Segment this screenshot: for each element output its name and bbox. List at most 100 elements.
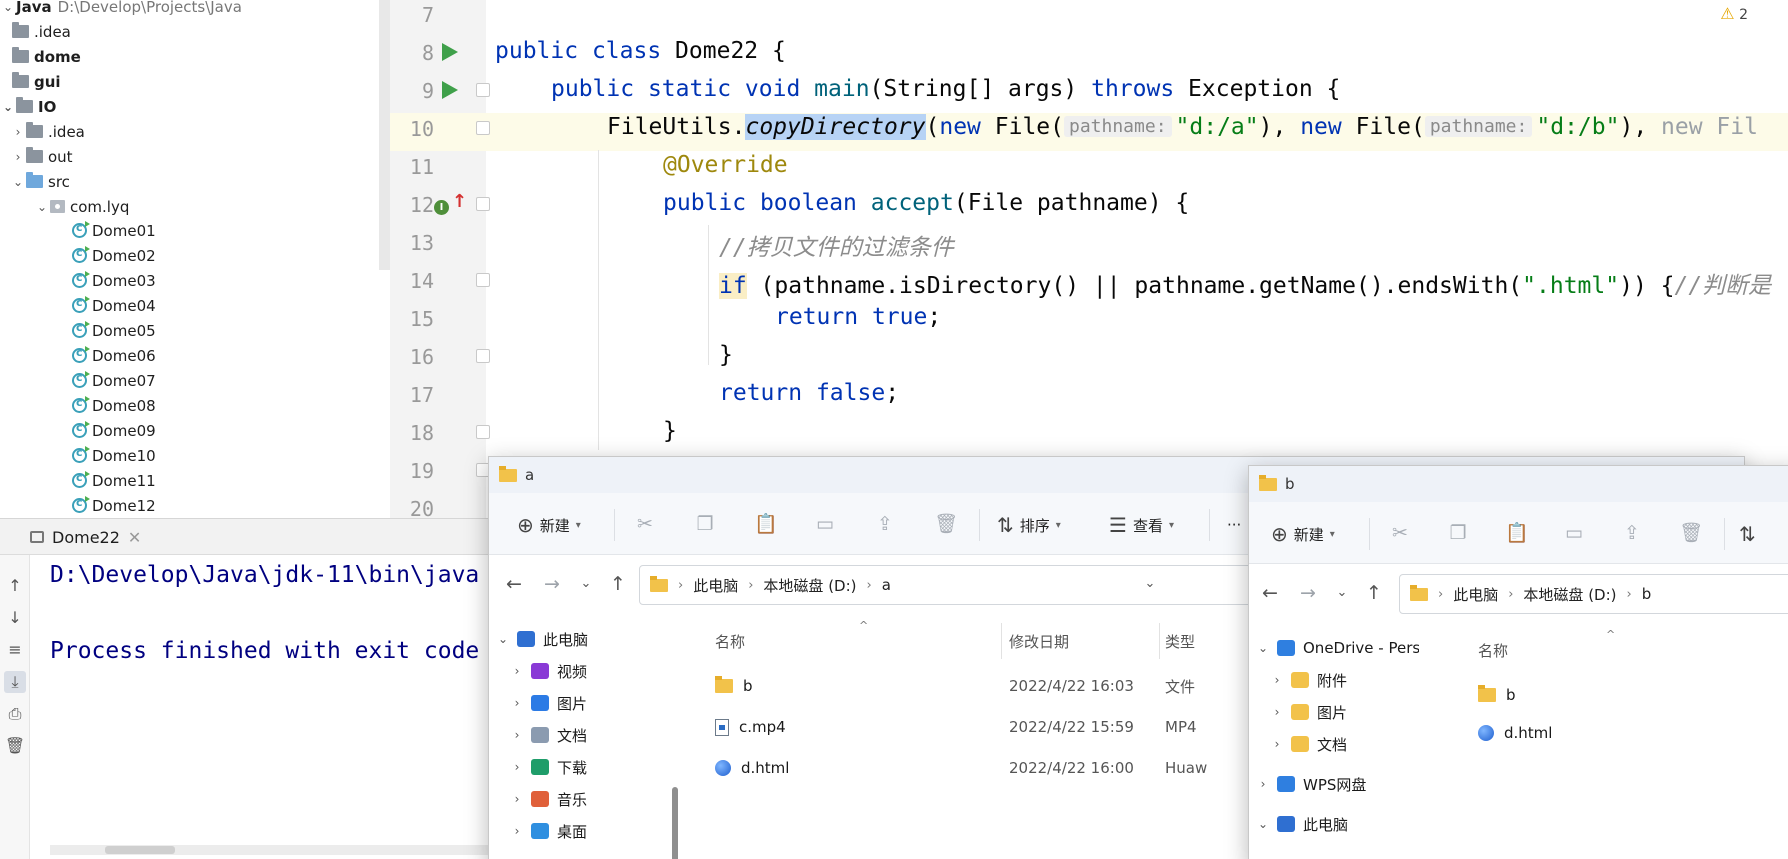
scroll-down-icon[interactable]: ↓ — [4, 607, 26, 629]
tree-root[interactable]: ⌄ Java D:\Develop\Projects\Java — [0, 0, 242, 19]
tree-item-class[interactable]: Dome07 — [72, 368, 156, 393]
tree-item-io-idea[interactable]: › .idea — [10, 119, 85, 144]
chevron-right-icon[interactable]: › — [1271, 673, 1283, 687]
breadcrumb-item[interactable]: a — [882, 576, 891, 594]
breadcrumb-item[interactable]: 本地磁盘 (D:) — [1523, 584, 1616, 605]
warning-indicator[interactable]: ⚠ 2 — [1720, 4, 1748, 23]
chevron-right-icon[interactable]: › — [511, 696, 523, 710]
fold-marker-icon[interactable] — [476, 425, 490, 439]
tree-item-package[interactable]: ⌄ com.lyq — [34, 194, 129, 219]
tree-item-idea[interactable]: .idea — [12, 19, 71, 44]
tree-item-io[interactable]: ⌄ IO — [0, 94, 56, 119]
tree-item-class[interactable]: Dome04 — [72, 293, 156, 318]
file-row[interactable]: d.html — [1478, 718, 1552, 748]
chevron-right-icon[interactable]: › — [511, 728, 523, 742]
sort-button[interactable]: ⇅ 排序 ▾ — [997, 511, 1061, 539]
tree-item-class[interactable]: Dome01 — [72, 218, 156, 243]
forward-arrow-icon[interactable]: → — [1297, 582, 1319, 604]
chevron-down-icon[interactable]: ⌄ — [1257, 817, 1269, 831]
tree-item-class[interactable]: Dome09 — [72, 418, 156, 443]
share-icon[interactable]: ⇪ — [874, 513, 896, 535]
implements-icon[interactable]: I — [434, 200, 449, 215]
delete-icon[interactable]: 🗑 — [1679, 522, 1703, 544]
fold-marker-icon[interactable] — [476, 121, 490, 135]
chevron-right-icon[interactable]: › — [511, 792, 523, 806]
nav-item[interactable]: › 图片 — [511, 689, 587, 717]
copy-icon[interactable]: ❐ — [1447, 522, 1469, 544]
tree-item-class[interactable]: Dome06 — [72, 343, 156, 368]
rename-icon[interactable]: ▭ — [814, 513, 836, 535]
fold-marker-icon[interactable] — [476, 349, 490, 363]
tree-item-src[interactable]: ⌄ src — [10, 169, 70, 194]
delete-icon[interactable]: 🗑 — [934, 513, 958, 535]
tree-item-class[interactable]: Dome08 — [72, 393, 156, 418]
forward-arrow-icon[interactable]: → — [541, 573, 563, 595]
tree-item-class[interactable]: Dome05 — [72, 318, 156, 343]
nav-item[interactable]: ⌄ 此电脑 — [1257, 810, 1348, 838]
run-tab[interactable]: Dome22 ✕ — [22, 523, 149, 551]
nav-item[interactable]: › 视频 — [511, 657, 587, 685]
nav-item[interactable]: ⌄ OneDrive - Perso — [1257, 634, 1419, 662]
breadcrumb-item[interactable]: 此电脑 — [693, 575, 738, 596]
chevron-down-icon[interactable]: ⌄ — [34, 200, 50, 214]
print-icon[interactable]: ⎙ — [4, 703, 26, 725]
fold-marker-icon[interactable] — [476, 83, 490, 97]
chevron-right-icon[interactable]: › — [511, 760, 523, 774]
console-horizontal-scrollbar[interactable] — [50, 845, 500, 855]
run-class-icon[interactable] — [442, 43, 458, 61]
chevron-right-icon[interactable]: › — [1271, 737, 1283, 751]
chevron-right-icon[interactable]: › — [1257, 777, 1269, 791]
tree-item-class[interactable]: Dome02 — [72, 243, 156, 268]
paste-icon[interactable]: 📋 — [1505, 522, 1529, 544]
sort-button[interactable]: ⇅ — [1739, 520, 1756, 548]
chevron-right-icon[interactable]: › — [10, 125, 26, 139]
up-arrow-icon[interactable]: ↑ — [1363, 582, 1385, 604]
trash-icon[interactable]: 🗑 — [4, 735, 26, 757]
nav-item[interactable]: › 文档 — [1271, 730, 1347, 758]
nav-item[interactable]: › 图片 — [1271, 698, 1347, 726]
nav-item[interactable]: ⌄ 此电脑 — [497, 625, 588, 653]
back-arrow-icon[interactable]: ← — [1259, 582, 1281, 604]
address-bar[interactable]: › 此电脑 › 本地磁盘 (D:) › b — [1399, 574, 1788, 614]
nav-item[interactable]: › WPS网盘 — [1257, 770, 1367, 798]
chevron-right-icon[interactable]: › — [10, 150, 26, 164]
fold-marker-icon[interactable] — [476, 273, 490, 287]
chevron-down-icon[interactable]: ⌄ — [10, 175, 26, 189]
close-icon[interactable]: ✕ — [128, 528, 141, 547]
rename-icon[interactable]: ▭ — [1563, 522, 1585, 544]
nav-item[interactable]: › 下载 — [511, 753, 587, 781]
code-editor[interactable]: 7 8 9 10 11 12 13 14 15 16 17 18 19 20 I ↑ ⚠ 2 public… — [390, 0, 1788, 518]
column-divider[interactable] — [1159, 623, 1160, 659]
new-button[interactable]: ⊕ 新建 ▾ — [1271, 520, 1335, 548]
chevron-down-icon[interactable]: ⌄ — [0, 0, 16, 14]
tree-item-dome[interactable]: dome — [12, 44, 81, 69]
breadcrumb-item[interactable]: b — [1642, 585, 1652, 603]
fold-marker-icon[interactable] — [476, 197, 490, 211]
column-divider[interactable] — [1001, 623, 1002, 659]
explorer-titlebar[interactable]: b — [1249, 466, 1788, 502]
file-row[interactable]: d.html 2022/4/22 16:00 Huaw — [715, 753, 1207, 783]
chevron-down-icon[interactable]: ⌄ — [497, 632, 509, 646]
chevron-right-icon[interactable]: › — [511, 664, 523, 678]
column-header-name[interactable]: 名称 — [1478, 640, 1508, 661]
new-button[interactable]: ⊕ 新建 ▾ — [517, 511, 581, 539]
override-arrow-icon[interactable]: ↑ — [452, 191, 467, 212]
file-row[interactable]: c.mp4 2022/4/22 15:59 MP4 — [715, 712, 1197, 742]
column-header-name[interactable]: 名称 — [715, 631, 745, 652]
copy-icon[interactable]: ❐ — [694, 513, 716, 535]
nav-item[interactable]: › 桌面 — [511, 817, 587, 845]
address-dropdown-icon[interactable]: ⌄ — [1139, 573, 1161, 595]
nav-scrollbar[interactable] — [672, 787, 678, 859]
recent-dropdown-icon[interactable]: ⌄ — [1331, 582, 1353, 604]
nav-item[interactable]: › 附件 — [1271, 666, 1347, 694]
tree-item-class[interactable]: Dome11 — [72, 468, 156, 493]
tree-item-class[interactable]: Dome12 — [72, 493, 156, 518]
back-arrow-icon[interactable]: ← — [503, 573, 525, 595]
cut-icon[interactable]: ✂ — [634, 513, 656, 535]
view-button[interactable]: ☰ 查看 ▾ — [1109, 511, 1174, 539]
recent-dropdown-icon[interactable]: ⌄ — [575, 573, 597, 595]
scroll-up-icon[interactable]: ↑ — [4, 575, 26, 597]
chevron-down-icon[interactable]: ⌄ — [1257, 641, 1269, 655]
share-icon[interactable]: ⇪ — [1621, 522, 1643, 544]
cut-icon[interactable]: ✂ — [1389, 522, 1411, 544]
